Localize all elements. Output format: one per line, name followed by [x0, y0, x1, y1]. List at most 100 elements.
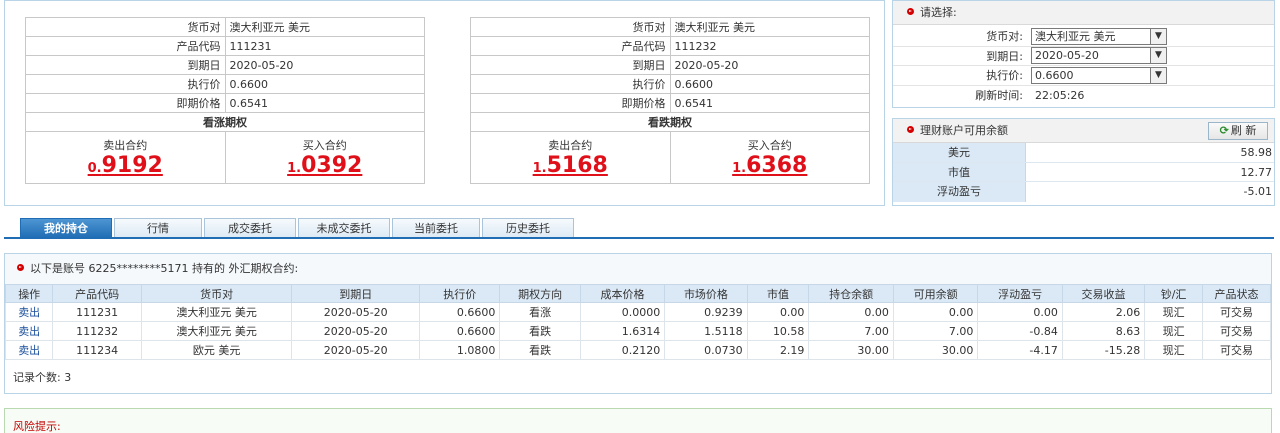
field-value: 澳大利亚元 美元 — [224, 17, 425, 37]
record-count-value: 3 — [64, 371, 72, 384]
table-row: 卖出 111232 澳大利亚元 美元 2020-05-20 0.6600 看跌 … — [4, 321, 1272, 341]
tab-bar: 我的持仓 行情 成交委托 未成交委托 当前委托 历史委托 — [20, 218, 576, 238]
risk-notice-title: 风险提示: — [13, 420, 61, 433]
buy-price-link[interactable]: 1.0392 — [287, 153, 362, 182]
table-cell: 111234 — [52, 340, 142, 360]
table-cell: 2.06 — [1061, 302, 1146, 322]
column-header: 可用余额 — [892, 284, 979, 303]
selector-title: 请选择: — [920, 6, 957, 19]
chevron-down-icon[interactable]: ▼ — [1150, 28, 1166, 44]
field-value: 0.6541 — [669, 93, 870, 113]
sell-contract-label: 卖出合约 — [103, 139, 148, 152]
column-header: 到期日 — [291, 284, 421, 303]
chevron-down-icon[interactable]: ▼ — [1150, 48, 1166, 64]
field-value: 111232 — [669, 36, 870, 56]
table-header-row: 操作 产品代码 货币对 到期日 执行价 期权方向 成本价格 市场价格 市值 持仓… — [4, 284, 1272, 303]
holdings-panel: 以下是账号 6225********5171 持有的 外汇期权合约: 操作 产品… — [4, 253, 1272, 394]
field-label: 执行价 — [25, 74, 226, 94]
balance-value: 58.98 — [1240, 146, 1273, 159]
table-cell: 30.00 — [808, 340, 894, 360]
column-header: 钞/汇 — [1144, 284, 1203, 303]
table-cell: 2020-05-20 — [291, 302, 421, 322]
table-cell: 8.63 — [1061, 321, 1146, 341]
record-count: 记录个数: 3 — [5, 369, 1271, 385]
column-header: 成本价格 — [579, 284, 666, 303]
refresh-button[interactable]: ⟳ 刷 新 — [1208, 122, 1268, 140]
refresh-time-label: 刷新时间: — [975, 89, 1023, 103]
sell-contract-label: 卖出合约 — [548, 139, 593, 152]
option-quote-panel: 货币对 澳大利亚元 美元 产品代码 111231 到期日 2020-05-20 执行价… — [4, 0, 885, 206]
field-value: 0.6541 — [224, 93, 425, 113]
sell-contract-cell[interactable]: 卖出合约 0.9192 — [25, 131, 226, 184]
buy-contract-cell[interactable]: 买入合约 1.6368 — [669, 131, 870, 184]
table-cell: 2020-05-20 — [291, 321, 421, 341]
sell-price-link[interactable]: 0.9192 — [88, 153, 163, 182]
column-header: 产品代码 — [52, 284, 142, 303]
risk-notice-panel: 风险提示: — [4, 408, 1272, 433]
strike-price-row: 执行价: 0.6600 ▼ — [893, 66, 1274, 86]
table-cell: 看跌 — [499, 340, 581, 360]
field-label: 到期日 — [470, 55, 671, 75]
buy-contract-label: 买入合约 — [302, 139, 347, 152]
currency-pair-select[interactable]: 澳大利亚元 美元 ▼ — [1031, 27, 1167, 45]
table-cell: 可交易 — [1201, 302, 1272, 322]
table-cell: 看涨 — [499, 302, 581, 322]
field-value: 0.6600 — [669, 74, 870, 94]
sell-link[interactable]: 卖出 — [4, 302, 54, 322]
tab-filled-orders[interactable]: 成交委托 — [204, 218, 296, 238]
currency-pair-label: 货币对: — [986, 30, 1023, 44]
field-label: 即期价格 — [25, 93, 226, 113]
table-cell: 可交易 — [1201, 340, 1272, 360]
field-label: 产品代码 — [470, 36, 671, 56]
expiry-date-select[interactable]: 2020-05-20 ▼ — [1031, 47, 1167, 65]
balance-label: 浮动盈亏 — [893, 182, 1026, 202]
buy-price-link[interactable]: 1.6368 — [732, 153, 807, 182]
field-label: 执行价 — [470, 74, 671, 94]
table-cell: 可交易 — [1201, 321, 1272, 341]
holdings-table: 操作 产品代码 货币对 到期日 执行价 期权方向 成本价格 市场价格 市值 持仓… — [4, 284, 1272, 360]
record-count-label: 记录个数: — [13, 371, 61, 384]
sell-link[interactable]: 卖出 — [4, 340, 54, 360]
column-header: 浮动盈亏 — [977, 284, 1063, 303]
balance-value: -5.01 — [1243, 185, 1272, 198]
chevron-down-icon[interactable]: ▼ — [1150, 67, 1166, 83]
field-value: 2020-05-20 — [224, 55, 425, 75]
sell-price-link[interactable]: 1.5168 — [533, 153, 608, 182]
tab-market[interactable]: 行情 — [114, 218, 202, 238]
sell-link[interactable]: 卖出 — [4, 321, 54, 341]
tab-open-orders[interactable]: 未成交委托 — [298, 218, 390, 238]
balance-label: 美元 — [893, 143, 1026, 162]
field-label: 产品代码 — [25, 36, 226, 56]
bullet-arrow-icon — [907, 126, 914, 133]
table-cell: 7.00 — [808, 321, 894, 341]
column-header: 货币对 — [140, 284, 293, 303]
tab-history-orders[interactable]: 历史委托 — [482, 218, 574, 238]
sell-contract-cell[interactable]: 卖出合约 1.5168 — [470, 131, 671, 184]
buy-contract-cell[interactable]: 买入合约 1.0392 — [224, 131, 425, 184]
field-value: 2020-05-20 — [669, 55, 870, 75]
table-cell: 0.0730 — [664, 340, 748, 360]
table-cell: 0.00 — [746, 302, 810, 322]
holdings-header: 以下是账号 6225********5171 持有的 外汇期权合约: — [5, 254, 1271, 284]
put-option-table: 货币对 澳大利亚元 美元 产品代码 111232 到期日 2020-05-20 执行价… — [470, 17, 870, 184]
refresh-icon: ⟳ — [1219, 124, 1229, 137]
expiry-date-row: 到期日: 2020-05-20 ▼ — [893, 47, 1274, 66]
tab-my-holdings[interactable]: 我的持仓 — [20, 218, 112, 238]
field-label: 到期日 — [25, 55, 226, 75]
tab-current-orders[interactable]: 当前委托 — [392, 218, 480, 238]
table-cell: 1.5118 — [664, 321, 748, 341]
column-header: 市场价格 — [664, 284, 748, 303]
table-cell: 0.00 — [808, 302, 894, 322]
table-cell: 0.00 — [977, 302, 1063, 322]
field-label: 货币对 — [25, 17, 226, 37]
column-header: 交易收益 — [1061, 284, 1146, 303]
table-cell: 2.19 — [746, 340, 810, 360]
table-cell: 111231 — [52, 302, 142, 322]
refresh-time-value: 22:05:26 — [1035, 88, 1085, 102]
table-cell: 2020-05-20 — [291, 340, 421, 360]
table-cell: 7.00 — [892, 321, 979, 341]
field-label: 即期价格 — [470, 93, 671, 113]
put-option-title: 看跌期权 — [470, 112, 870, 132]
expiry-date-label: 到期日: — [986, 49, 1023, 63]
strike-price-select[interactable]: 0.6600 ▼ — [1031, 66, 1167, 84]
